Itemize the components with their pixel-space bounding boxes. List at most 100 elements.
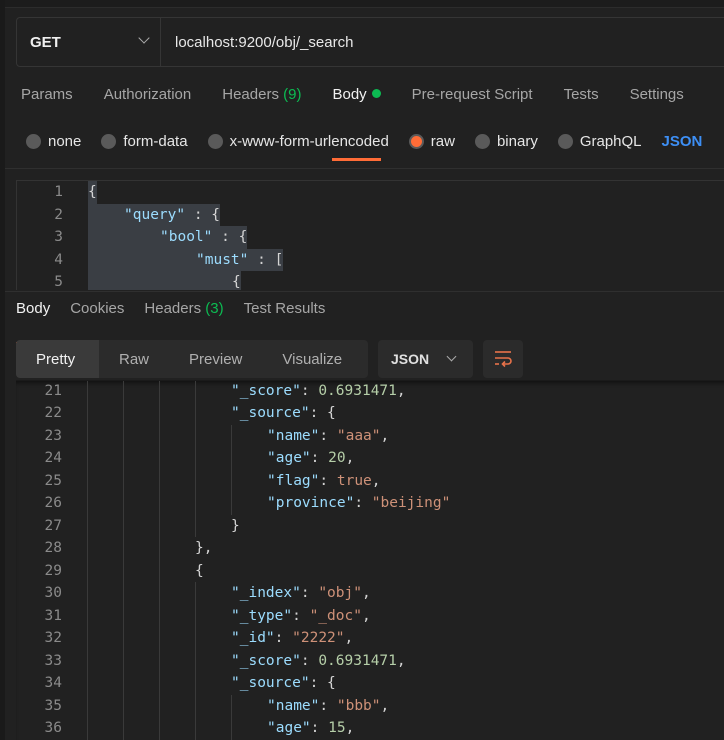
indent-guide [159,469,160,492]
view-preview[interactable]: Preview [169,340,262,378]
indent-guide [195,717,196,740]
indent-guide [159,604,160,627]
tab-settings[interactable]: Settings [630,86,684,110]
tab-body[interactable]: Body [332,86,381,161]
indent-guide [159,582,160,605]
radio-urlencoded[interactable]: x-www-form-urlencoded [207,133,389,150]
radio-form-data[interactable]: form-data [101,133,188,150]
tab-authorization[interactable]: Authorization [104,86,192,110]
indent-guide [123,604,124,627]
view-visualize[interactable]: Visualize [262,340,362,378]
code-token: true [336,472,372,489]
line-number: 33 [44,652,62,669]
view-raw[interactable]: Raw [99,340,169,378]
indent-guide [87,492,88,515]
code-line: "query" : { [88,203,221,226]
indent-guide [87,424,88,447]
code-token: : [319,472,337,489]
raw-format-dropdown[interactable]: JSON [662,133,703,150]
tab-params[interactable]: Params [21,86,73,110]
line-number: 28 [44,540,62,556]
code-token: 15 [328,720,346,736]
code-token: "aaa" [336,427,381,444]
line-number: 21 [44,382,62,399]
radio-raw[interactable]: raw [408,133,455,150]
radio-icon [557,134,573,149]
code-token: "bool" [160,229,213,245]
indent-guide [195,604,196,627]
tab-response-headers[interactable]: Headers (3) [144,300,223,317]
indent-guide [123,424,124,447]
code-token: : [292,607,310,624]
radio-icon [101,134,117,149]
indent-guide [195,447,196,470]
tab-test-results[interactable]: Test Results [244,300,326,317]
indent-guide [159,717,160,740]
tab-cookies[interactable]: Cookies [70,300,124,317]
code-token: "_source" [231,405,310,421]
code-token: : { [309,405,336,421]
code-line: "name": "bbb", [267,695,389,718]
indent-guide [159,381,160,402]
indent-guide [123,381,124,402]
code-token: { [88,184,97,200]
method-select[interactable]: GET [17,18,161,66]
code-token: } [231,517,240,534]
radio-label: none [48,133,82,150]
code-token: "age" [267,450,311,466]
tab-headers[interactable]: Headers (9) [222,86,301,110]
code-token: , [344,630,354,646]
code-line: "flag": true, [267,470,381,493]
indent-guide [159,649,160,672]
indent-guide [159,424,160,447]
indent-guide [231,694,232,717]
code-token: , [361,607,371,624]
wrap-lines-button[interactable] [483,340,523,378]
view-pretty[interactable]: Pretty [16,340,99,378]
indent-guide [195,424,196,447]
url-input[interactable]: localhost:9200/obj/_search [161,18,353,66]
indent-guide [87,514,88,537]
code-token: { [195,562,204,579]
tab-pre-request-script[interactable]: Pre-request Script [412,86,533,110]
code-line: "name": "aaa", [267,425,389,448]
line-number: 25 [44,472,62,489]
indent-guide [195,582,196,605]
code-token: , [371,472,381,489]
response-format-dropdown[interactable]: JSON [378,340,473,378]
line-number: 23 [44,427,62,444]
indent-guide [195,402,196,425]
indent-guide [195,381,196,402]
code-line: "_id": "2222", [231,627,353,650]
request-body-editor[interactable]: 1 {2 "query" : {3 "bool" : {4 "must" : [5 { [16,180,724,290]
code-token: "must" [196,251,249,268]
radio-graphql[interactable]: GraphQL [557,133,642,150]
code-token: , [396,652,406,669]
response-body-viewer[interactable]: 21 "_score": 0.6931471, 22 "_source": {23 "n… [16,380,724,740]
code-token: "_score" [231,382,301,399]
code-token: , [345,720,355,736]
divider [5,291,724,292]
radio-none[interactable]: none [26,133,81,150]
indent-guide [87,537,88,560]
code-token: "_type" [231,607,293,624]
indent-guide [87,469,88,492]
code-line: "must" : [ [88,248,284,271]
tab-response-body[interactable]: Body [16,300,51,345]
indent-guide [87,604,88,627]
left-edge [0,0,5,740]
line-number: 35 [44,697,62,714]
radio-label: binary [496,133,538,150]
code-token: : { [309,675,336,691]
code-token: "_source" [231,675,310,691]
code-token: "flag" [267,472,320,489]
code-token: : [310,450,329,466]
indent-guide [87,447,88,470]
tab-tests[interactable]: Tests [564,86,599,110]
line-number: 32 [44,630,62,646]
code-token: "_score" [231,652,301,669]
radio-binary[interactable]: binary [474,133,538,150]
indent-guide [123,469,124,492]
code-line: { [88,271,241,290]
code-line: "province": "beijing" [267,492,450,515]
